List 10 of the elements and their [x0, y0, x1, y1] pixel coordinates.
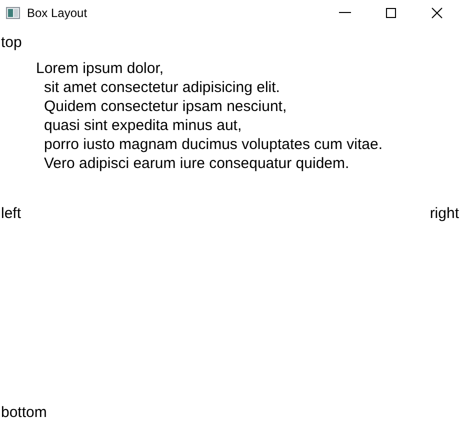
app-icon: [6, 6, 20, 18]
window-title: Box Layout: [27, 6, 88, 20]
right-label: right: [430, 205, 459, 223]
maximize-icon: [385, 6, 397, 18]
left-label: left: [1, 205, 22, 223]
top-label: top: [1, 34, 22, 52]
minimize-icon: [339, 12, 351, 13]
close-icon: [431, 6, 443, 18]
bottom-label: bottom: [1, 404, 47, 422]
paragraph: Lorem ipsum dolor, sit amet consectetur adipisicing elit. Quidem consectetur ipsam nesciunt, quasi sint expedita minus aut, porro iusto magnam ducimus voluptates cum vitae. Vero adipisci earum iure consequatur quidem.: [35, 59, 382, 173]
